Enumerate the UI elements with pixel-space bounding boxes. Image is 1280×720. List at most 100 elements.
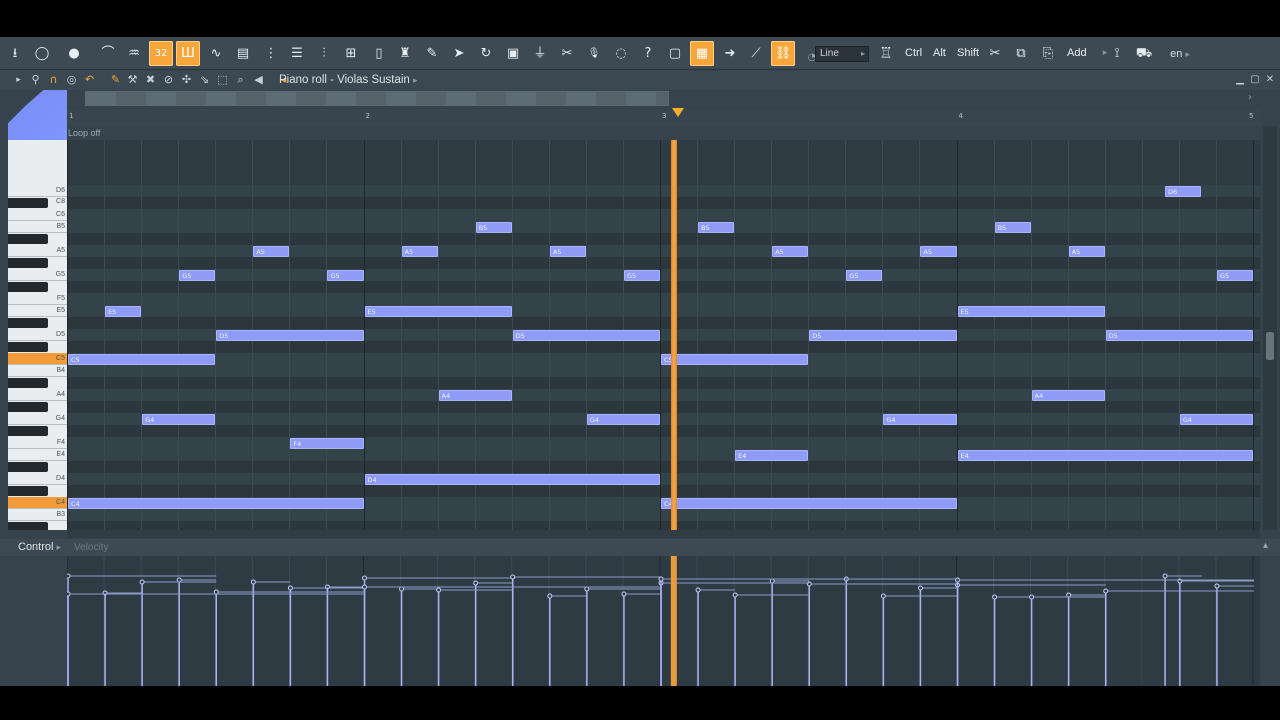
note[interactable]: G5 (179, 270, 216, 281)
speaker-tool-icon[interactable]: ◀ (251, 72, 266, 88)
download-icon[interactable]: ⭳ (3, 41, 27, 66)
note[interactable]: A5 (401, 246, 438, 257)
pattern-overview[interactable] (85, 91, 669, 106)
pattern-icon[interactable]: ♒ (122, 41, 146, 66)
note[interactable]: E4 (957, 450, 1253, 461)
shift-button[interactable]: Shift (954, 41, 982, 66)
black-key[interactable] (8, 402, 48, 412)
velocity-stem[interactable] (843, 576, 884, 686)
note[interactable]: A5 (920, 246, 957, 257)
arrow-icon[interactable]: ➤ (447, 41, 471, 66)
refresh-icon[interactable]: ↻ (474, 41, 498, 66)
note[interactable]: D5 (512, 330, 660, 341)
black-key[interactable] (8, 378, 48, 388)
brush-icon[interactable]: ⟋ (744, 41, 768, 66)
note[interactable]: E5 (105, 306, 142, 317)
note[interactable]: B5 (475, 222, 512, 233)
scroll-right-icon[interactable]: › (1248, 92, 1252, 103)
tempo-icon[interactable]: ⌒ (96, 41, 120, 66)
metronome-icon[interactable]: Ш (176, 41, 200, 66)
loop-off-label[interactable]: Loop off (68, 127, 100, 139)
note[interactable]: C4 (68, 498, 364, 509)
vertical-scrollbar[interactable] (1263, 126, 1277, 530)
plugin-icon[interactable]: ♜ (393, 41, 417, 66)
note[interactable]: D5 (1105, 330, 1253, 341)
control-label[interactable]: Control ▸ (18, 541, 61, 554)
velocity-stem[interactable] (250, 579, 291, 686)
note[interactable]: G4 (1179, 414, 1253, 425)
forward-icon[interactable]: ➜ (718, 41, 742, 66)
note[interactable]: G5 (1216, 270, 1253, 281)
help-icon[interactable]: ? (636, 41, 660, 66)
note[interactable]: C5 (68, 354, 216, 365)
black-key[interactable] (8, 198, 48, 208)
note[interactable]: G5 (327, 270, 364, 281)
velocity-stem[interactable] (695, 587, 736, 686)
note[interactable]: A5 (253, 246, 290, 257)
mic-icon[interactable]: 🎙 (582, 41, 606, 66)
velocity-lane[interactable] (67, 556, 1260, 686)
mixer-knob-icon[interactable]: ⟟ (1105, 41, 1129, 66)
note[interactable]: G4 (883, 414, 957, 425)
black-key[interactable] (8, 282, 48, 292)
stamp-icon[interactable]: ◎ (64, 72, 79, 88)
velocity-stem[interactable] (547, 593, 587, 686)
scissors-icon[interactable]: ✂ (983, 41, 1007, 66)
black-key[interactable] (8, 318, 48, 328)
pen-icon[interactable]: ✎ (420, 41, 444, 66)
magnet-tool-icon[interactable]: ⚲ (28, 72, 43, 88)
maximize-icon[interactable]: ▢ (1248, 72, 1262, 88)
zoom-tool-icon[interactable]: ⌕ (233, 72, 248, 88)
chat-icon[interactable]: ◌ (609, 41, 633, 66)
velocity-stem[interactable] (917, 585, 958, 686)
ctrl-button[interactable]: Ctrl (902, 41, 925, 66)
mute-tool-icon[interactable]: ⊘ (161, 72, 176, 88)
playlist-icon[interactable]: ▤ (231, 41, 255, 66)
minimize-icon[interactable]: ▁ (1233, 72, 1247, 88)
snap-icon[interactable]: ∩ (46, 72, 61, 88)
slip-tool-icon[interactable]: ✣ (179, 72, 194, 88)
draw-tool-icon[interactable]: ✎ (108, 72, 123, 88)
cart-icon[interactable]: ⛟ (1132, 41, 1156, 66)
playhead[interactable] (670, 140, 677, 530)
note[interactable]: G4 (142, 414, 216, 425)
knob-icon[interactable]: ● (62, 41, 86, 66)
snap-line-select[interactable]: Line ▸ (815, 46, 869, 62)
hat-icon[interactable]: ♖ (874, 41, 898, 66)
paint-tool-icon[interactable]: ⚒ (125, 72, 140, 88)
velocity-stem[interactable] (1214, 583, 1254, 686)
keyboard-icon[interactable]: ▦ (690, 41, 714, 66)
velocity-chart[interactable] (67, 556, 1260, 686)
browser-icon[interactable]: ☰ (285, 41, 309, 66)
control-scroll-up-icon[interactable]: ▴ (1263, 540, 1268, 551)
note[interactable]: C4 (661, 498, 957, 509)
black-key[interactable] (8, 462, 48, 472)
velocity-stem[interactable] (399, 586, 439, 686)
piano-roll-title[interactable]: Piano roll - Violas Sustain ▸ (279, 72, 418, 88)
black-key[interactable] (8, 342, 48, 352)
note[interactable]: G5 (846, 270, 883, 281)
add-button[interactable]: Add (1064, 41, 1090, 66)
note[interactable]: B5 (698, 222, 735, 233)
copy-icon[interactable]: ⧉ (1009, 41, 1033, 66)
note[interactable]: F4 (290, 438, 364, 449)
view-icon[interactable]: ▢ (663, 41, 687, 66)
note[interactable]: A5 (549, 246, 586, 257)
note[interactable]: C5 (661, 354, 809, 365)
file-icon[interactable]: ▯ (367, 41, 391, 66)
velocity-stem[interactable] (102, 590, 143, 686)
black-key[interactable] (8, 486, 48, 496)
record-icon[interactable]: ◯ (30, 41, 54, 66)
note[interactable]: G4 (586, 414, 660, 425)
menu-arrow-icon[interactable]: ▸ (11, 72, 26, 88)
control-parameter[interactable]: Velocity (74, 542, 108, 554)
note[interactable]: D4 (364, 474, 660, 485)
note[interactable]: E4 (735, 450, 809, 461)
note[interactable]: A4 (438, 390, 512, 401)
timeline-ruler[interactable]: 1 2 3 4 5 (67, 110, 1260, 126)
note-grid[interactable]: D6 B5 B5 B5 A5 A5 A5 A5 A5 A5 G5 G5 G5 G5 G5 E5 E5 E5 D5 D5… (67, 140, 1260, 530)
velocity-stem[interactable] (324, 584, 365, 686)
delete-tool-icon[interactable]: ✖ (143, 72, 158, 88)
note[interactable]: D6 (1165, 186, 1202, 197)
vertical-scroll-thumb[interactable] (1266, 332, 1274, 360)
